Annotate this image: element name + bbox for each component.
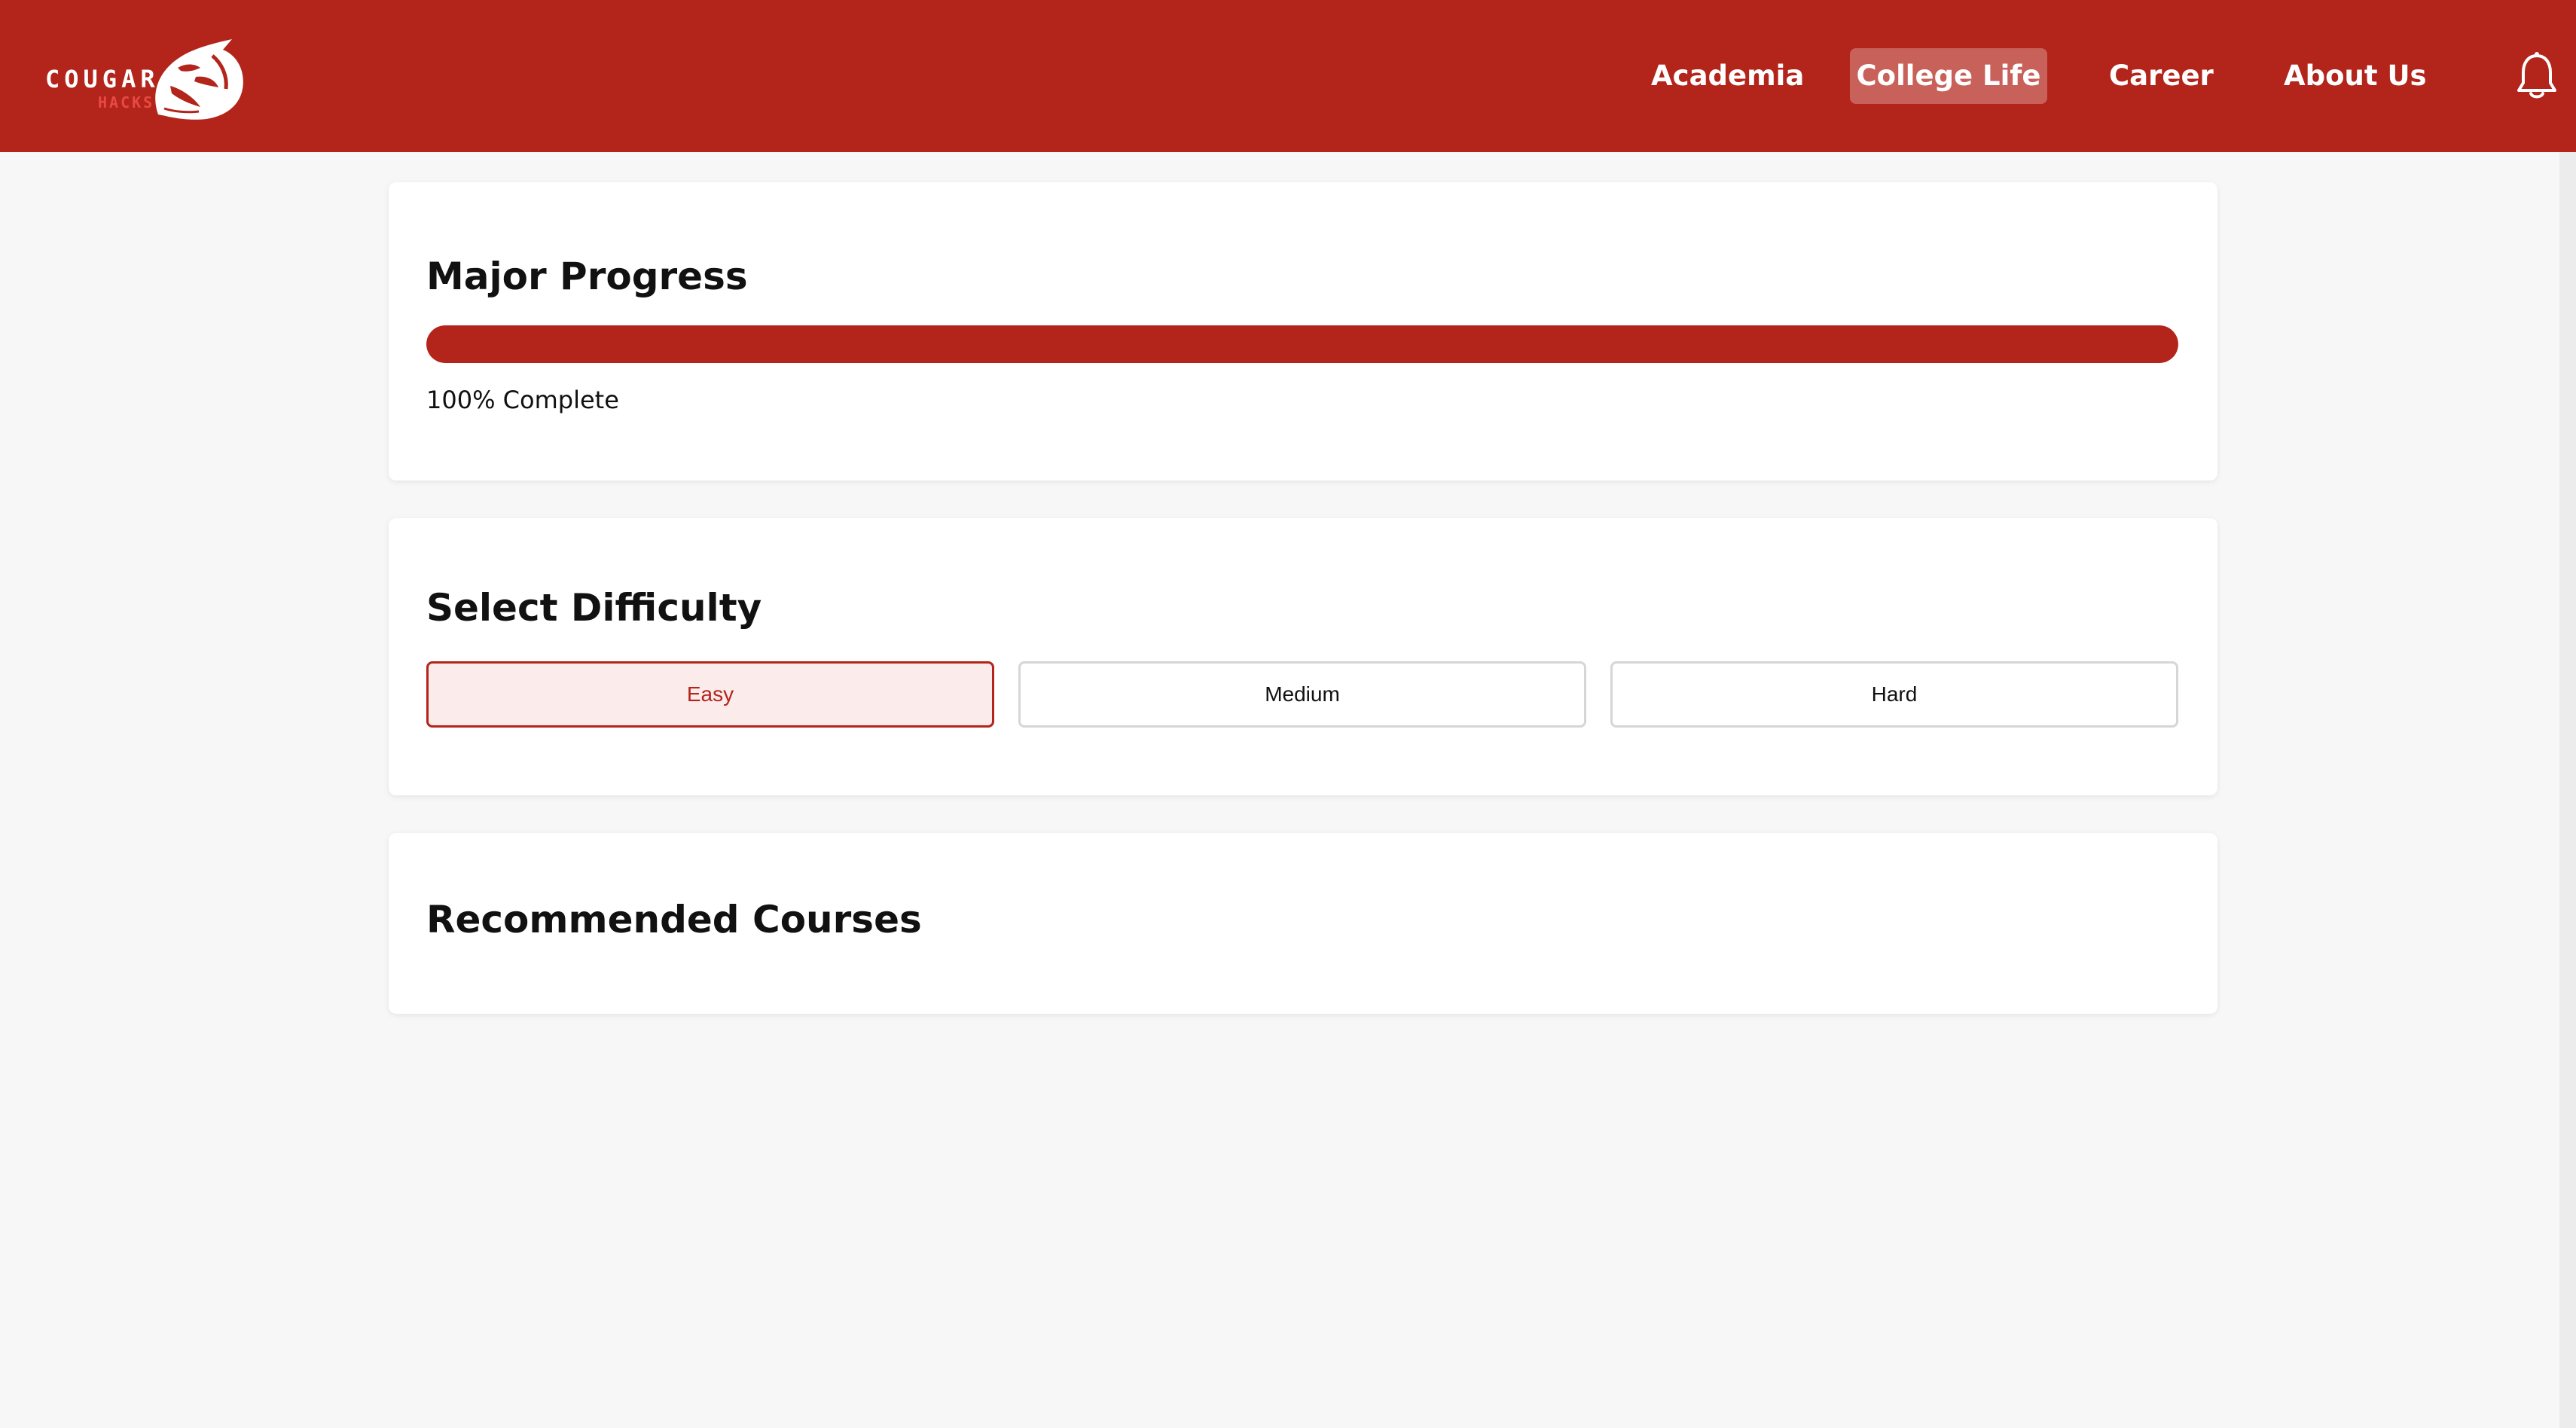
nav-about-us[interactable]: About Us [2284,48,2427,104]
difficulty-easy-button[interactable]: Easy [426,661,994,728]
logo-wordmark: COUGAR [45,65,160,93]
recommended-courses-card: Recommended Courses [389,833,2217,1014]
nav-academia[interactable]: Academia [1651,48,1804,104]
major-progress-title: Major Progress [426,255,748,298]
select-difficulty-title: Select Difficulty [426,586,762,630]
scrollbar-track[interactable] [2559,152,2576,1428]
difficulty-medium-button[interactable]: Medium [1018,661,1586,728]
nav-college-life[interactable]: College Life [1850,48,2047,104]
progress-bar-fill [426,325,2178,363]
logo-subtext: HACKS [98,93,155,111]
bell-icon [2517,52,2556,99]
notifications-button[interactable] [2514,51,2559,101]
difficulty-hard-button[interactable]: Hard [1610,661,2178,728]
cougar-hacks-logo[interactable]: COUGAR HACKS [45,33,249,124]
progress-status-text: 100% Complete [426,386,619,414]
select-difficulty-card: Select Difficulty Easy Medium Hard [389,518,2217,795]
major-progress-card: Major Progress 100% Complete [389,182,2217,481]
recommended-courses-title: Recommended Courses [426,898,922,941]
nav-career[interactable]: Career [2109,48,2214,104]
progress-bar [426,325,2178,363]
top-navbar: COUGAR HACKS Academia College Life Caree… [0,0,2576,152]
